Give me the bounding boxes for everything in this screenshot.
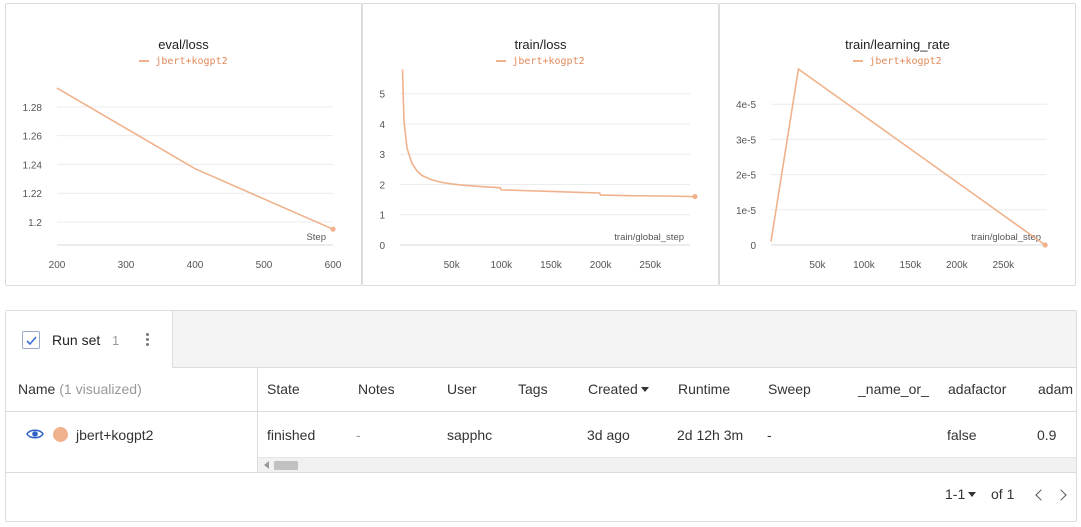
run-notes[interactable]: - [356, 412, 361, 458]
column-header-state[interactable]: State [267, 368, 300, 411]
y-tick-label: 2 [379, 180, 385, 191]
run-user: sapphc [447, 427, 493, 443]
runset-section: Run set 1 Name (1 visualized) State Note… [5, 310, 1077, 522]
runset-tab[interactable]: Run set 1 [6, 311, 173, 368]
eye-icon[interactable] [26, 427, 44, 441]
check-icon [26, 336, 37, 346]
run-runtime: 2d 12h 3m [677, 427, 744, 443]
y-tick-label: 1e-5 [736, 206, 756, 217]
x-tick-label: 250k [639, 260, 662, 271]
chevron-right-icon[interactable] [1055, 489, 1067, 501]
y-tick-label: 1.28 [23, 103, 43, 114]
column-header-tags[interactable]: Tags [518, 368, 548, 411]
run-color-dot[interactable] [53, 427, 68, 442]
x-tick-label: 600 [325, 260, 342, 271]
x-tick-label: 150k [900, 260, 923, 271]
eval-loss-chart: 1.2 1.22 1.24 1.26 1.28 200 300 400 500 600 Step [23, 87, 342, 271]
series-endpoint [692, 193, 698, 200]
y-tick-label: 0 [379, 241, 385, 252]
runset-label: Run set [52, 332, 101, 348]
sort-desc-icon [640, 386, 649, 392]
more-options-icon[interactable] [143, 331, 151, 349]
visualized-count: (1 visualized) [59, 381, 142, 397]
x-tick-label: 150k [540, 260, 563, 271]
column-header-adam[interactable]: adam [1038, 368, 1073, 411]
y-tick-label: 4 [379, 120, 385, 131]
x-tick-label: 50k [809, 260, 826, 271]
runset-count: 1 [112, 333, 120, 348]
x-axis-label: train/global_step [614, 232, 684, 243]
runset-checkbox[interactable] [22, 331, 40, 349]
y-tick-label: 1 [379, 211, 385, 222]
horizontal-scrollbar[interactable] [258, 457, 1076, 472]
column-header-notes[interactable]: Notes [358, 368, 395, 411]
y-tick-label: 1.22 [23, 189, 43, 200]
x-tick-label: 250k [992, 260, 1015, 271]
train-learning-rate-panel[interactable]: train/learning_rate jbert+kogpt2 0 1e-5 2e… [719, 3, 1076, 286]
y-tick-label: 5 [379, 90, 385, 101]
page-total: of 1 [991, 486, 1015, 502]
train-loss-chart: 0 1 2 3 4 5 50k 100k 150k 200k 250k train/global_st… [379, 69, 698, 271]
column-header-runtime[interactable]: Runtime [678, 368, 730, 411]
y-tick-label: 4e-5 [736, 100, 756, 111]
x-tick-label: 200k [946, 260, 969, 271]
column-header-user[interactable]: User [447, 368, 477, 411]
page-range-select[interactable]: 1-1 [945, 486, 977, 502]
column-header-adafactor[interactable]: adafactor [948, 368, 1006, 411]
run-sweep: - [767, 427, 772, 443]
x-tick-label: 200k [590, 260, 613, 271]
chevron-left-icon[interactable] [1035, 489, 1047, 501]
scrollbar-thumb[interactable] [274, 461, 298, 470]
run-state: finished [267, 427, 316, 443]
run-name[interactable]: jbert+kogpt2 [76, 412, 153, 458]
series-line [56, 87, 334, 230]
series-endpoint [1042, 242, 1048, 248]
x-tick-label: 50k [444, 260, 461, 271]
y-tick-label: 1.24 [23, 160, 43, 171]
series-line [401, 69, 696, 198]
run-adafactor: false [947, 427, 977, 443]
series-endpoint [330, 226, 336, 232]
chevron-down-icon [968, 491, 977, 497]
column-label: Created [588, 381, 638, 397]
y-tick-label: 0 [750, 241, 756, 252]
y-tick-label: 3e-5 [736, 135, 756, 146]
runset-header: Run set 1 [6, 311, 1076, 368]
x-tick-label: 400 [187, 260, 204, 271]
y-tick-label: 3 [379, 150, 385, 161]
series-line [770, 67, 1046, 246]
run-created: 3d ago [587, 427, 630, 443]
scroll-left-icon[interactable] [264, 461, 269, 469]
column-header-name[interactable]: Name (1 visualized) [18, 368, 142, 411]
x-tick-label: 100k [853, 260, 876, 271]
column-label: Name [18, 381, 56, 397]
y-tick-label: 1.2 [28, 218, 42, 229]
column-header-name-or[interactable]: _name_or_ [858, 368, 929, 411]
x-tick-label: 500 [256, 260, 273, 271]
x-tick-label: 100k [490, 260, 513, 271]
table-bottom-divider [6, 472, 1076, 473]
train-loss-panel[interactable]: train/loss jbert+kogpt2 0 1 2 3 4 5 50k 100k 150… [362, 3, 719, 286]
x-tick-label: 200 [49, 260, 66, 271]
page-range: 1-1 [945, 486, 966, 502]
eval-loss-panel[interactable]: eval/loss jbert+kogpt2 1.2 1.22 1.24 1.26 1.… [5, 3, 362, 286]
column-header-sweep[interactable]: Sweep [768, 368, 811, 411]
header-divider [6, 411, 1076, 412]
column-header-created[interactable]: Created [588, 368, 649, 411]
x-axis-label: Step [306, 232, 326, 243]
y-tick-label: 2e-5 [736, 171, 756, 182]
run-adam: 0.9 [1037, 427, 1057, 443]
x-tick-label: 300 [118, 260, 135, 271]
train-learning-rate-chart: 01e-52e-53e-54e-550k 100k 150k 200k 250ktrai… [736, 67, 1048, 271]
y-tick-label: 1.26 [23, 132, 43, 143]
